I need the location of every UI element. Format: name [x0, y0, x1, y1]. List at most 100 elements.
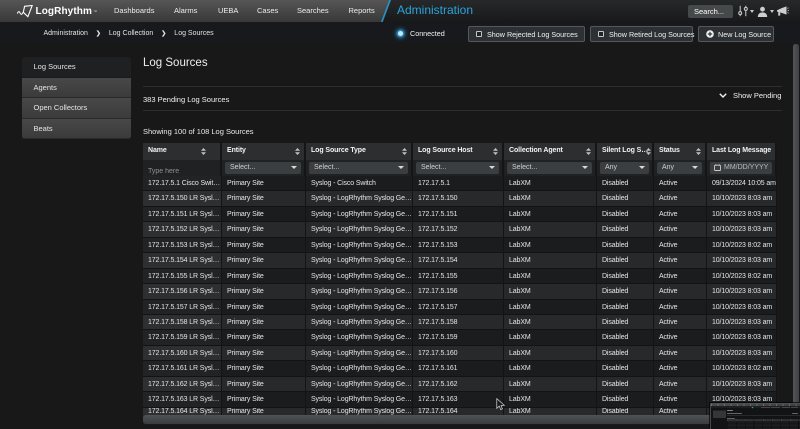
sidebar-item-beats[interactable]: Beats	[22, 119, 131, 140]
horizontal-scrollbar[interactable]	[143, 415, 777, 424]
table-row[interactable]: 172.17.5.152 LR Sysl…Primary SiteSyslog …	[143, 222, 777, 237]
show-pending-toggle[interactable]: Show Pending	[719, 91, 781, 100]
filter-select[interactable]: Select...	[225, 162, 301, 174]
column-header[interactable]: Log Source Type	[306, 143, 413, 160]
table-cell-host: 172.17.5.158	[413, 315, 504, 330]
table-row[interactable]: 172.17.5.155 LR Sysl…Primary SiteSyslog …	[143, 269, 777, 284]
filter-select-value: Select...	[230, 164, 255, 171]
log-sources-table: NameEntity Log Source Type Log Source Host…	[143, 143, 777, 425]
screen-share-preview-window[interactable]	[710, 403, 800, 429]
show-rejected-log-sources-checkbox[interactable]: Show Rejected Log Sources	[468, 26, 585, 42]
breadcrumb-log-sources[interactable]: Log Sources	[174, 30, 213, 37]
sidebar-item-open-collectors[interactable]: Open Collectors	[22, 98, 131, 119]
filter-cell: MM/DD/YYYY	[707, 160, 777, 177]
new-log-source-button[interactable]: New Log Source	[698, 26, 774, 42]
table-cell-status: Active	[654, 222, 707, 237]
table-cell-agent: LabXM	[504, 315, 597, 330]
filter-select[interactable]: Select...	[507, 162, 592, 174]
table-filter-row: Select... Select... Select... Select... Any A…	[143, 160, 777, 177]
table-row[interactable]: 172.17.5.157 LR Sysl…Primary SiteSyslog …	[143, 300, 777, 315]
filter-select[interactable]: Select...	[416, 162, 499, 174]
table-cell-silent: Disabled	[597, 269, 654, 284]
column-header[interactable]: Log Source Host	[413, 143, 504, 160]
sidebar-item-log-sources[interactable]: Log Sources	[22, 57, 131, 78]
table-row[interactable]: 172.17.5.158 LR Sysl…Primary SiteSyslog …	[143, 315, 777, 330]
table-cell-type: Syslog - LogRhythm Syslog Ge…	[306, 207, 413, 222]
preferences-sliders-icon	[738, 5, 748, 17]
table-cell-host: 172.17.5.151	[413, 207, 504, 222]
filter-select-value: Any	[605, 164, 617, 171]
table-cell-agent: LabXM	[504, 207, 597, 222]
table-cell-silent: Disabled	[597, 330, 654, 345]
column-header-label: Log Source Type	[311, 147, 366, 154]
vertical-scrollbar[interactable]	[793, 44, 800, 429]
table-cell-last: 10/10/2023 8:02 am	[707, 361, 777, 376]
table-cell-agent: LabXM	[504, 191, 597, 206]
column-header[interactable]: Entity	[222, 143, 306, 160]
column-header[interactable]: Silent Log S…	[597, 143, 654, 160]
preferences-menu[interactable]	[738, 0, 754, 22]
column-header[interactable]: Last Log Message	[707, 143, 777, 160]
name-filter-input[interactable]	[143, 163, 220, 176]
table-row[interactable]: 172.17.5.153 LR Sysl…Primary SiteSyslog …	[143, 238, 777, 253]
chevron-down-icon	[692, 166, 698, 169]
table-row[interactable]: 172.17.5.160 LR Sysl…Primary SiteSyslog …	[143, 346, 777, 361]
table-row[interactable]: 172.17.5.150 LR Sysl…Primary SiteSyslog …	[143, 191, 777, 206]
table-row[interactable]: 172.17.5.151 LR Sysl…Primary SiteSyslog …	[143, 207, 777, 222]
column-header[interactable]: Collection Agent	[504, 143, 597, 160]
table-cell-host: 172.17.5.161	[413, 361, 504, 376]
filter-select[interactable]: Select...	[309, 162, 408, 174]
table-cell-name: 172.17.5.159 LR Sysl…	[143, 330, 222, 345]
table-row[interactable]: 172.17.5.162 LR Sysl…Primary SiteSyslog …	[143, 377, 777, 392]
horizontal-scrollbar-thumb[interactable]	[143, 415, 777, 424]
breadcrumb-log-collection[interactable]: Log Collection	[109, 30, 153, 37]
nav-item-alarms[interactable]: Alarms	[174, 0, 197, 22]
column-header-label: Silent Log S…	[602, 147, 648, 154]
chevron-down-icon	[719, 93, 727, 98]
table-row[interactable]: 172.17.5.161 LR Sysl…Primary SiteSyslog …	[143, 361, 777, 376]
table-cell-last: 10/10/2023 8:03 am	[707, 377, 777, 392]
table-cell-entity: Primary Site	[222, 191, 306, 206]
nav-item-reports[interactable]: Reports	[349, 0, 375, 22]
button-label: Show Rejected Log Sources	[487, 30, 578, 39]
announcements-button[interactable]	[776, 0, 789, 22]
table-cell-host: 172.17.5.159	[413, 330, 504, 345]
table-row[interactable]: 172.17.5.1 Cisco Swit…Primary SiteSyslog…	[143, 176, 777, 191]
table-cell-name: 172.17.5.154 LR Sysl…	[143, 253, 222, 268]
filter-cell: Select...	[504, 160, 597, 177]
search-input[interactable]: Search...	[688, 5, 733, 18]
column-header[interactable]: Status	[654, 143, 707, 160]
vertical-scrollbar-thumb[interactable]	[793, 44, 799, 429]
table-cell-host: 172.17.5.156	[413, 284, 504, 299]
table-cell-agent: LabXM	[504, 269, 597, 284]
date-filter[interactable]: MM/DD/YYYY	[710, 162, 772, 174]
table-row[interactable]: 172.17.5.163 LR Sysl…Primary SiteSyslog …	[143, 392, 777, 407]
table-cell-last: 10/10/2023 8:03 am	[707, 300, 777, 315]
column-header[interactable]: Name	[143, 143, 222, 160]
chevron-down-icon	[582, 166, 588, 169]
show-retired-log-sources-checkbox[interactable]: Show Retired Log Sources	[590, 26, 694, 42]
filter-select-value: Any	[662, 164, 674, 171]
table-cell-name: 172.17.5.151 LR Sysl…	[143, 207, 222, 222]
filter-select[interactable]: Any	[657, 162, 702, 174]
filter-select[interactable]: Any	[600, 162, 649, 174]
sidebar-item-agents[interactable]: Agents	[22, 78, 131, 99]
table-cell-status: Active	[654, 330, 707, 345]
nav-item-administration[interactable]: Administration	[397, 0, 473, 22]
breadcrumb-administration[interactable]: Administration	[44, 30, 88, 37]
nav-item-dashboards[interactable]: Dashboards	[114, 0, 154, 22]
sort-icon	[201, 148, 206, 155]
table-cell-status: Active	[654, 361, 707, 376]
nav-item-searches[interactable]: Searches	[297, 0, 329, 22]
table-cell-entity: Primary Site	[222, 361, 306, 376]
nav-item-ueba[interactable]: UEBA	[218, 0, 238, 22]
top-nav-bar: LogRhythm™ DashboardsAlarmsUEBACasesSear…	[0, 0, 800, 22]
table-row[interactable]: 172.17.5.156 LR Sysl…Primary SiteSyslog …	[143, 284, 777, 299]
user-menu[interactable]	[757, 0, 774, 22]
chevron-down-icon	[639, 166, 645, 169]
table-row[interactable]: 172.17.5.159 LR Sysl…Primary SiteSyslog …	[143, 330, 777, 345]
table-cell-type: Syslog - LogRhythm Syslog Ge…	[306, 300, 413, 315]
nav-item-cases[interactable]: Cases	[257, 0, 278, 22]
divider	[143, 110, 782, 111]
table-row[interactable]: 172.17.5.154 LR Sysl…Primary SiteSyslog …	[143, 253, 777, 268]
